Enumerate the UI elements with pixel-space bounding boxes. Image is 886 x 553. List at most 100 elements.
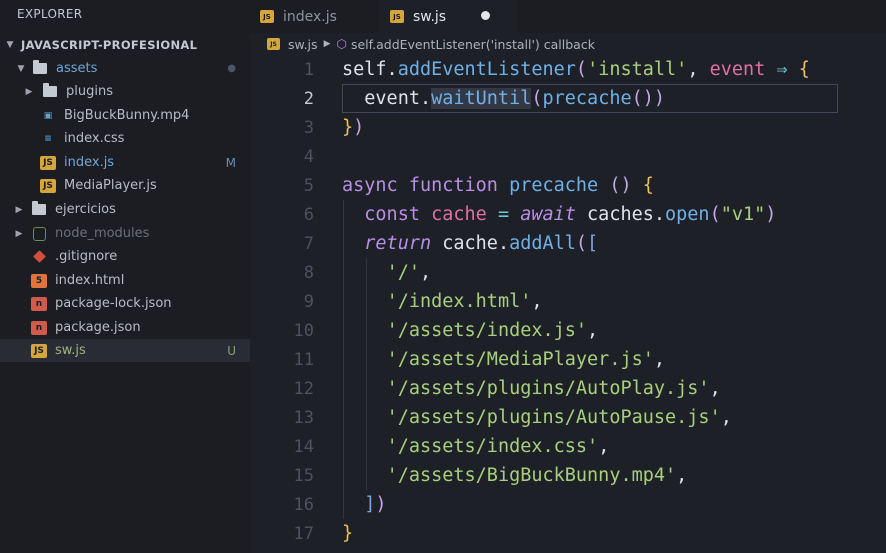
code-line[interactable]: 8 '/', [250,258,886,287]
json-file-icon: n [31,320,47,335]
line-number: 13 [293,407,314,428]
code-text: '/assets/index.js', [342,320,599,341]
code-token: , [531,291,543,312]
tree-item-label: ejercicios [55,202,116,217]
code-text: }) [342,117,364,138]
code-token: ) [375,494,387,515]
code-token: { [798,59,810,80]
tab-bar: JS index.js JS sw.js [250,0,886,33]
line-number: 15 [293,465,314,486]
tree-item-assets[interactable]: ▼ assets ● [0,57,250,80]
line-number: 3 [303,117,314,138]
line-number: 6 [303,204,314,225]
code-line[interactable]: 9 '/index.html', [250,287,886,316]
code-token: '/assets/BigBuckBunny.mp4' [386,465,677,486]
tree-item-label: MediaPlayer.js [64,178,157,193]
tree-item-label: sw.js [55,343,86,358]
code-token: , [587,320,599,341]
code-token: , [709,378,721,399]
tree-item-label: index.css [64,131,125,146]
code-line[interactable]: 7 return cache.addAll([ [250,229,886,258]
explorer-sidebar: EXPLORER ▼ JAVASCRIPT-PROFESIONAL ▼ asse… [0,0,250,553]
code-text: '/assets/plugins/AutoPlay.js', [342,378,721,399]
tree-item-gitignore[interactable]: .gitignore [0,245,250,268]
code-line[interactable]: 6 const cache = await caches.open("v1") [250,200,886,229]
tree-item-index-js[interactable]: JS index.js M [0,151,250,174]
project-name: JAVASCRIPT-PROFESIONAL [21,37,198,52]
tab-sw-js[interactable]: JS sw.js [378,0,518,33]
code-token: ) [765,204,777,225]
code-line[interactable]: 5 async function precache () { [250,171,886,200]
code-text: '/index.html', [342,291,543,312]
css-file-icon: ≡ [44,133,52,144]
tree-item-ejercicios[interactable]: ▶ ejercicios [0,198,250,221]
tree-item-label: node_modules [55,226,150,241]
code-line[interactable]: 2 event.waitUntil(precache()) [250,84,886,113]
tree-item-sw-js[interactable]: JS sw.js U [0,339,250,362]
symbol-cube-icon: ⬡ [336,37,347,51]
video-file-icon: ▣ [43,110,53,121]
code-line[interactable]: 17} [250,519,886,548]
tab-index-js[interactable]: JS index.js [260,0,370,33]
js-file-icon: JS [267,38,280,50]
code-line[interactable]: 1 self.addEventListener('install', event … [250,55,886,84]
code-editor[interactable]: 1 self.addEventListener('install', event … [250,55,886,553]
html-file-icon: 5 [31,273,47,288]
code-token: ⇒ [765,59,799,80]
code-line[interactable]: 15 '/assets/BigBuckBunny.mp4', [250,461,886,490]
code-token: '/assets/index.js' [386,320,588,341]
code-token: open [665,204,710,225]
code-line[interactable]: 12 '/assets/plugins/AutoPlay.js', [250,374,886,403]
code-line[interactable]: 10 '/assets/index.js', [250,316,886,345]
code-text: const cache = await caches.open("v1") [342,204,776,225]
code-text: '/assets/plugins/AutoPause.js', [342,407,732,428]
code-token: ( [531,88,543,109]
line-number: 8 [303,262,314,283]
code-token: , [419,262,432,283]
git-status-badge: U [227,343,236,358]
folder-icon [42,83,58,99]
code-token: event. [342,88,432,109]
code-line[interactable]: 4 [250,142,886,171]
code-token: '/' [386,262,420,283]
js-file-icon: JS [260,10,274,23]
code-token: , [653,349,666,370]
code-line[interactable]: 11 '/assets/MediaPlayer.js', [250,345,886,374]
code-line[interactable]: 14 '/assets/index.css', [250,432,886,461]
tree-item-mediaplayer-js[interactable]: JS MediaPlayer.js [0,174,250,197]
tree-item-index-css[interactable]: ≡ index.css [0,127,250,150]
code-token: { [642,175,654,196]
modified-dot-icon: ● [227,63,236,74]
tree-item-package-json[interactable]: n package.json [0,316,250,339]
code-token: , [687,59,710,80]
code-token: precache [542,88,632,109]
code-token: "v1" [720,204,766,225]
tree-item-package-lock[interactable]: n package-lock.json [0,292,250,315]
code-token: caches. [587,204,666,225]
code-line[interactable]: 3}) [250,113,886,142]
code-line[interactable]: 13 '/assets/plugins/AutoPause.js', [250,403,886,432]
tab-label: sw.js [413,8,447,25]
line-number: 14 [293,436,314,457]
code-text: return cache.addAll([ [342,233,598,254]
tree-item-bigbuckbunny[interactable]: ▣ BigBuckBunny.mp4 [0,104,250,127]
breadcrumb-file[interactable]: sw.js [288,37,318,52]
chevron-right-icon: ▶ [25,86,33,97]
code-token: '/assets/plugins/AutoPause.js' [386,407,721,428]
unsaved-dot-icon[interactable] [481,11,490,20]
code-token: = [497,204,521,225]
tree-item-plugins[interactable]: ▶ plugins [0,80,250,103]
code-line[interactable]: 16 ]) [250,490,886,519]
code-text: async function precache () { [342,175,654,196]
code-token: event [709,59,766,80]
code-token: await [520,204,588,225]
project-root[interactable]: ▼ JAVASCRIPT-PROFESIONAL [0,33,250,56]
tree-item-index-html[interactable]: 5 index.html [0,269,250,292]
explorer-title: EXPLORER [17,7,83,21]
breadcrumb-symbol[interactable]: self.addEventListener('install') callbac… [351,37,595,52]
line-number: 1 [303,59,314,80]
tree-item-node-modules[interactable]: ▶ node_modules [0,222,250,245]
